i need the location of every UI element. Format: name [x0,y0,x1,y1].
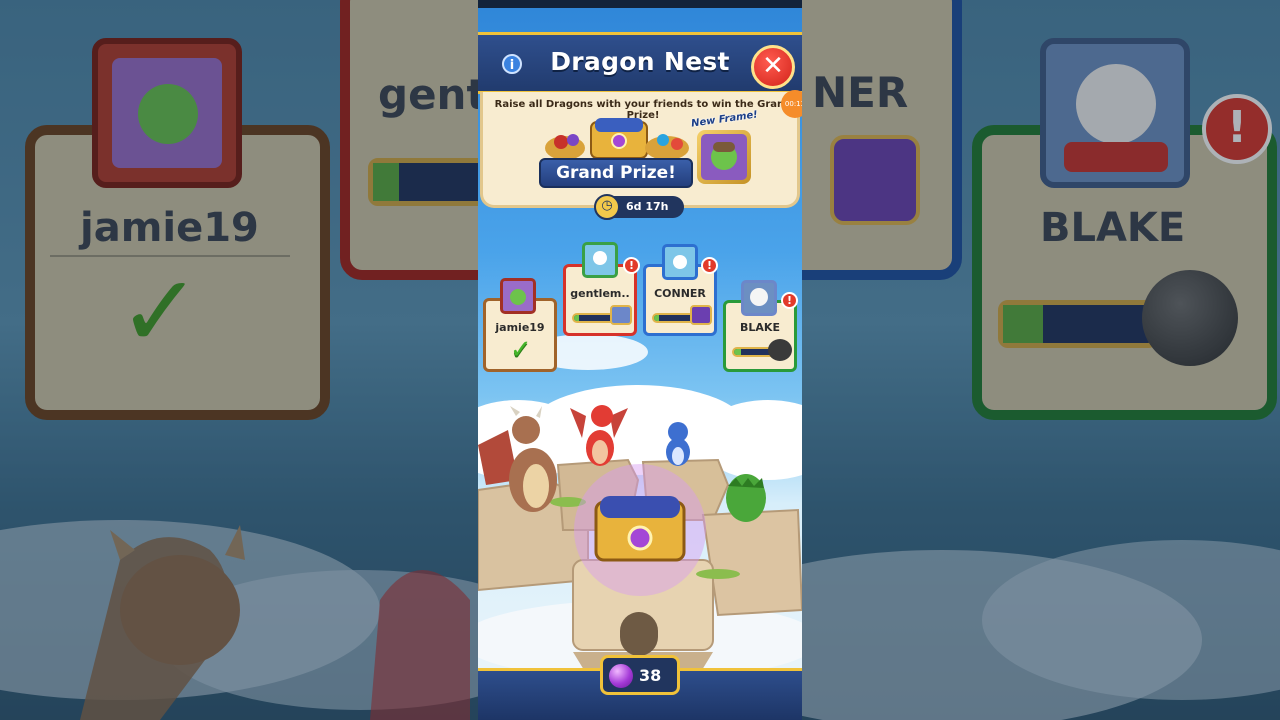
countdown-value: 6d 17h [626,200,669,213]
egg-icon [768,339,792,361]
avatar [500,278,536,314]
check-icon: ✓ [510,335,532,365]
close-icon[interactable]: ✕ [751,45,795,89]
game-screen: i Dragon Nest ✕ Raise all Dragons with y… [478,0,802,720]
avatar [662,244,698,280]
grand-prize-banner: Grand Prize! [539,158,693,188]
player-name: jamie19 [495,321,545,334]
background-right-dim [802,0,1280,720]
countdown-timer: ◷ 6d 17h [594,194,684,220]
chest-icon [690,305,712,325]
background-left: jamie19 ✓ gent [0,0,478,720]
chest-icon [610,305,632,325]
progress-fill [654,315,659,321]
gem-icon [609,664,633,688]
player-name: CONNER [654,287,706,300]
background-right: NER ! BLAKE [802,0,1280,720]
avatar [582,242,618,278]
gem-counter[interactable]: 38 [600,655,680,695]
header-bar: i Dragon Nest ✕ [478,32,802,94]
prize-chest-image [545,118,689,160]
gem-count: 38 [639,666,662,685]
dragon-nest-scene [478,405,802,670]
player-name: BLAKE [740,321,780,334]
progress-fill [734,349,742,355]
grand-prize-panel: Raise all Dragons with your friends to w… [480,90,802,208]
alert-icon: ! [781,292,798,309]
clock-icon: ◷ [594,194,620,220]
status-bar [478,0,802,8]
timer-badge: 00:13 [781,90,802,118]
avatar [741,280,777,316]
progress-fill [574,315,579,321]
alert-icon: ! [623,257,640,274]
background-left-dim [0,0,478,720]
new-frame-image [697,130,751,184]
player-name: gentlem.. [570,287,630,300]
alert-icon: ! [701,257,718,274]
